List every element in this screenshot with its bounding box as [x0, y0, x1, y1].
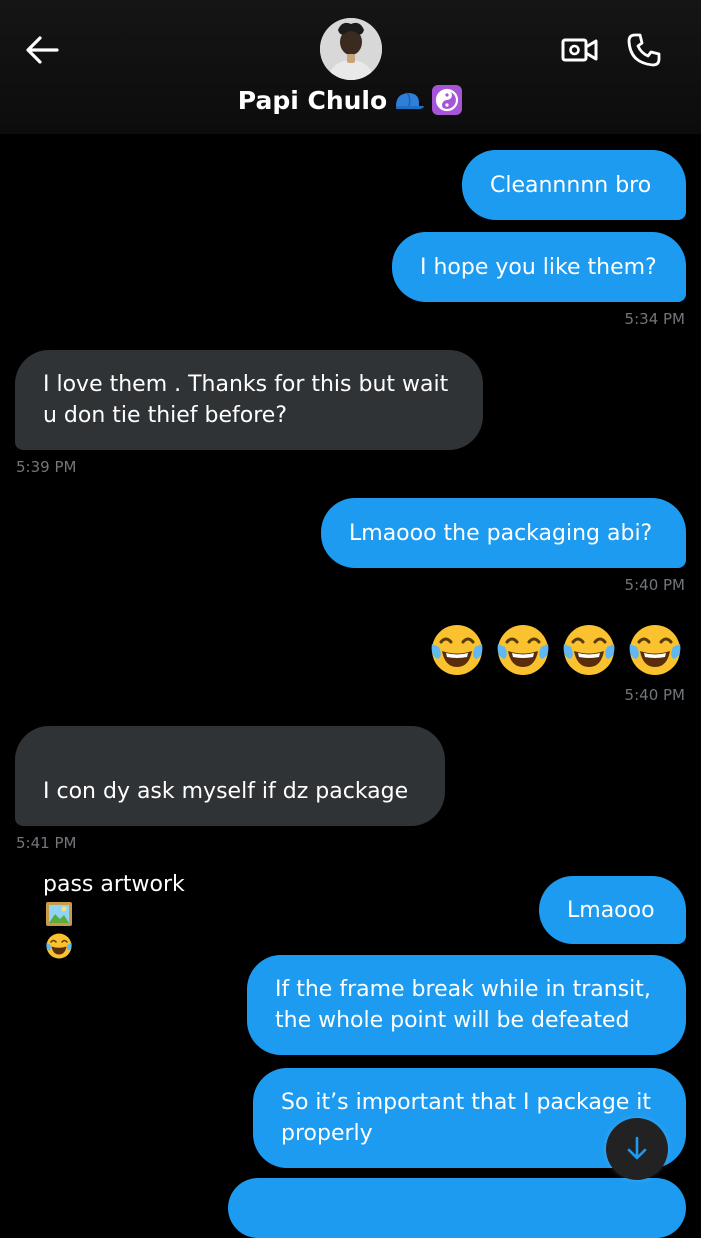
contact-name: Papi Chulo: [237, 85, 388, 115]
message-text: Lmaooo the packaging abi?: [349, 520, 653, 546]
message-text: pass artwork: [43, 872, 185, 897]
face-with-tears-of-joy-icon: [629, 625, 681, 675]
message-text: If the frame break while in transit, the…: [275, 977, 651, 1033]
message-bubble-sent[interactable]: Lmaooo the packaging abi?: [321, 498, 686, 568]
message-timestamp: 5:40 PM: [624, 576, 685, 594]
conversation-header: Papi Chulo: [0, 0, 701, 134]
message-bubble-sent[interactable]: Cleannnnn bro: [462, 150, 686, 220]
video-call-button[interactable]: [558, 30, 602, 70]
message-timestamp: 5:40 PM: [624, 686, 685, 704]
arrow-left-icon: [26, 36, 59, 64]
face-with-tears-of-joy-icon: [497, 625, 549, 675]
voice-call-button[interactable]: [622, 28, 666, 72]
message-bubble-received[interactable]: I love them . Thanks for this but wait u…: [15, 350, 483, 450]
arrow-down-icon: [627, 1136, 647, 1160]
message-text: I love them . Thanks for this but wait u…: [43, 372, 449, 428]
scroll-to-bottom-button[interactable]: [606, 1118, 668, 1180]
framed-picture-icon: [46, 902, 72, 926]
message-timestamp: 5:34 PM: [624, 310, 685, 328]
message-text: Lmaooo: [567, 897, 655, 923]
message-bubble-sent-partial[interactable]: [228, 1178, 686, 1238]
face-with-tears-of-joy-icon: [563, 625, 615, 675]
message-text-line: pass artwork: [43, 838, 417, 964]
contact-title[interactable]: Papi Chulo: [0, 84, 701, 116]
yin-yang-emoji-icon: [432, 85, 463, 115]
face-with-tears-of-joy-icon: [431, 625, 483, 675]
cap-emoji-icon: [396, 92, 425, 110]
phone-icon: [627, 33, 661, 67]
face-with-tears-of-joy-icon: [46, 933, 72, 959]
message-bubble-sent[interactable]: I hope you like them?: [392, 232, 686, 302]
message-timestamp: 5:39 PM: [16, 458, 77, 476]
message-timestamp: 5:41 PM: [16, 834, 77, 852]
message-bubble-sent[interactable]: If the frame break while in transit, the…: [247, 955, 686, 1055]
contact-avatar[interactable]: [320, 18, 382, 80]
back-button[interactable]: [20, 30, 64, 70]
video-camera-icon: [561, 38, 598, 62]
message-text: Cleannnnn bro: [490, 172, 652, 198]
message-text: I hope you like them?: [420, 254, 657, 280]
emoji-message[interactable]: [429, 622, 683, 678]
message-bubble-sent[interactable]: Lmaooo: [539, 876, 686, 944]
message-text: So it’s important that I package it prop…: [281, 1090, 652, 1146]
message-bubble-received[interactable]: I con dy ask myself if dz package pass a…: [15, 726, 445, 959]
message-text-line: I con dy ask myself if dz package: [43, 779, 409, 804]
